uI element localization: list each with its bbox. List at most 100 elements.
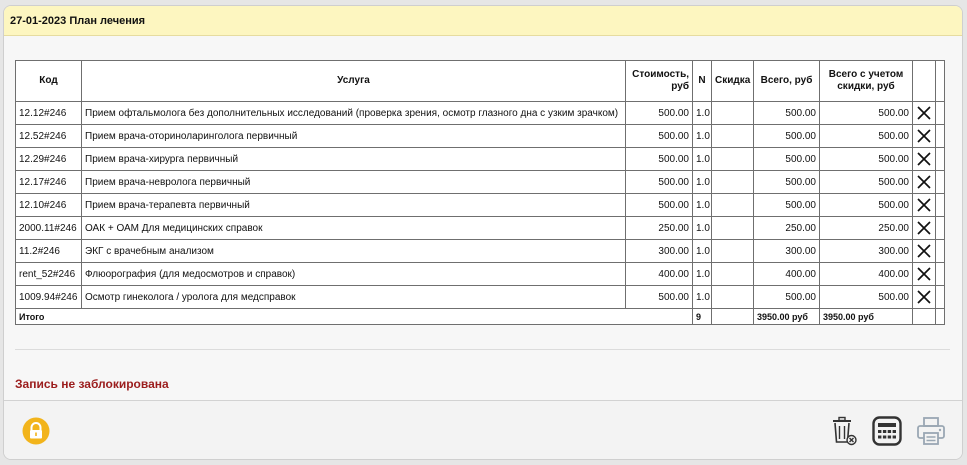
delete-row-button[interactable] [912, 101, 936, 125]
row-total: 500.00 [753, 147, 820, 171]
row-total: 400.00 [753, 262, 820, 286]
row-cost: 400.00 [625, 262, 693, 286]
delete-row-button[interactable] [912, 147, 936, 171]
row-n: 1.0 [692, 239, 712, 263]
totals-n: 9 [692, 308, 712, 325]
calculator-button[interactable] [872, 416, 902, 449]
row-service: Флюорография (для медосмотров и справок) [81, 262, 626, 286]
row-total-discounted: 400.00 [819, 262, 913, 286]
row-total-discounted: 500.00 [819, 124, 913, 148]
row-extra [935, 147, 945, 171]
row-total: 500.00 [753, 170, 820, 194]
totals-sum-discounted: 3950.00 руб [819, 308, 913, 325]
row-total-discounted: 500.00 [819, 170, 913, 194]
totals-label: Итого [15, 308, 693, 325]
row-service: Прием врача-невролога первичный [81, 170, 626, 194]
row-n: 1.0 [692, 170, 712, 194]
close-icon [917, 221, 931, 235]
totals-row: Итого 9 3950.00 руб 3950.00 руб [15, 308, 945, 325]
row-total: 500.00 [753, 124, 820, 148]
row-discount [711, 147, 754, 171]
row-cost: 500.00 [625, 147, 693, 171]
delete-row-button[interactable] [912, 285, 936, 309]
row-service: Прием врача-терапевта первичный [81, 193, 626, 217]
row-total-discounted: 300.00 [819, 239, 913, 263]
row-cost: 500.00 [625, 124, 693, 148]
col-header-discount: Скидка [711, 60, 754, 102]
col-header-total: Всего, руб [753, 60, 820, 102]
calculator-icon [872, 416, 902, 446]
row-discount [711, 216, 754, 240]
row-extra [935, 124, 945, 148]
row-discount [711, 124, 754, 148]
row-total: 250.00 [753, 216, 820, 240]
close-icon [917, 129, 931, 143]
printer-icon [917, 417, 945, 445]
table-row: 2000.11#246 ОАК + ОАМ Для медицинских спр… [15, 216, 945, 240]
row-extra [935, 101, 945, 125]
row-n: 1.0 [692, 124, 712, 148]
row-total-discounted: 500.00 [819, 193, 913, 217]
delete-row-button[interactable] [912, 193, 936, 217]
row-extra [935, 285, 945, 309]
row-code: 11.2#246 [15, 239, 82, 263]
table-row: 12.10#246 Прием врача-терапевта первичный… [15, 193, 945, 217]
delete-row-button[interactable] [912, 262, 936, 286]
close-icon [917, 290, 931, 304]
row-total: 300.00 [753, 239, 820, 263]
row-n: 1.0 [692, 285, 712, 309]
close-icon [917, 267, 931, 281]
row-code: 12.52#246 [15, 124, 82, 148]
row-cost: 500.00 [625, 285, 693, 309]
col-header-delete [912, 60, 936, 102]
row-total-discounted: 500.00 [819, 147, 913, 171]
footer-toolbar [4, 400, 962, 459]
row-service: Прием врача-хирурга первичный [81, 147, 626, 171]
row-cost: 300.00 [625, 239, 693, 263]
row-code: 12.12#246 [15, 101, 82, 125]
col-header-code: Код [15, 60, 82, 102]
delete-row-button[interactable] [912, 216, 936, 240]
row-code: 2000.11#246 [15, 216, 82, 240]
row-code: rent_52#246 [15, 262, 82, 286]
row-service: Прием офтальмолога без дополнительных ис… [81, 101, 626, 125]
col-header-extra [935, 60, 945, 102]
col-header-cost: Стоимость, руб [625, 60, 693, 102]
col-header-total-discounted: Всего с учетом скидки, руб [819, 60, 913, 102]
row-cost: 500.00 [625, 101, 693, 125]
page-title: 27-01-2023 План лечения [10, 14, 146, 27]
totals-discount [711, 308, 754, 325]
row-extra [935, 193, 945, 217]
row-discount [711, 239, 754, 263]
row-cost: 500.00 [625, 170, 693, 194]
table-row: 11.2#246 ЭКГ с врачебным анализом 300.00 1.… [15, 239, 945, 263]
print-button[interactable] [916, 416, 946, 449]
delete-row-button[interactable] [912, 170, 936, 194]
row-extra [935, 170, 945, 194]
row-cost: 500.00 [625, 193, 693, 217]
row-discount [711, 285, 754, 309]
delete-row-button[interactable] [912, 239, 936, 263]
delete-all-button[interactable] [830, 416, 858, 449]
row-n: 1.0 [692, 262, 712, 286]
row-code: 12.17#246 [15, 170, 82, 194]
trash-bin-icon [833, 416, 857, 446]
close-icon [917, 106, 931, 120]
delete-row-button[interactable] [912, 124, 936, 148]
row-total-discounted: 500.00 [819, 285, 913, 309]
row-extra [935, 239, 945, 263]
lock-status-text: Запись не заблокирована [15, 377, 169, 391]
row-code: 12.10#246 [15, 193, 82, 217]
row-service: ЭКГ с врачебным анализом [81, 239, 626, 263]
close-icon [917, 198, 931, 212]
row-discount [711, 170, 754, 194]
row-total-discounted: 250.00 [819, 216, 913, 240]
table-row: 12.12#246 Прием офтальмолога без дополнит… [15, 101, 945, 125]
close-icon [917, 175, 931, 189]
row-total: 500.00 [753, 193, 820, 217]
panel-header: 27-01-2023 План лечения [4, 6, 962, 36]
lock-button[interactable] [22, 417, 50, 448]
lock-icon [22, 417, 50, 445]
row-total: 500.00 [753, 285, 820, 309]
row-n: 1.0 [692, 101, 712, 125]
